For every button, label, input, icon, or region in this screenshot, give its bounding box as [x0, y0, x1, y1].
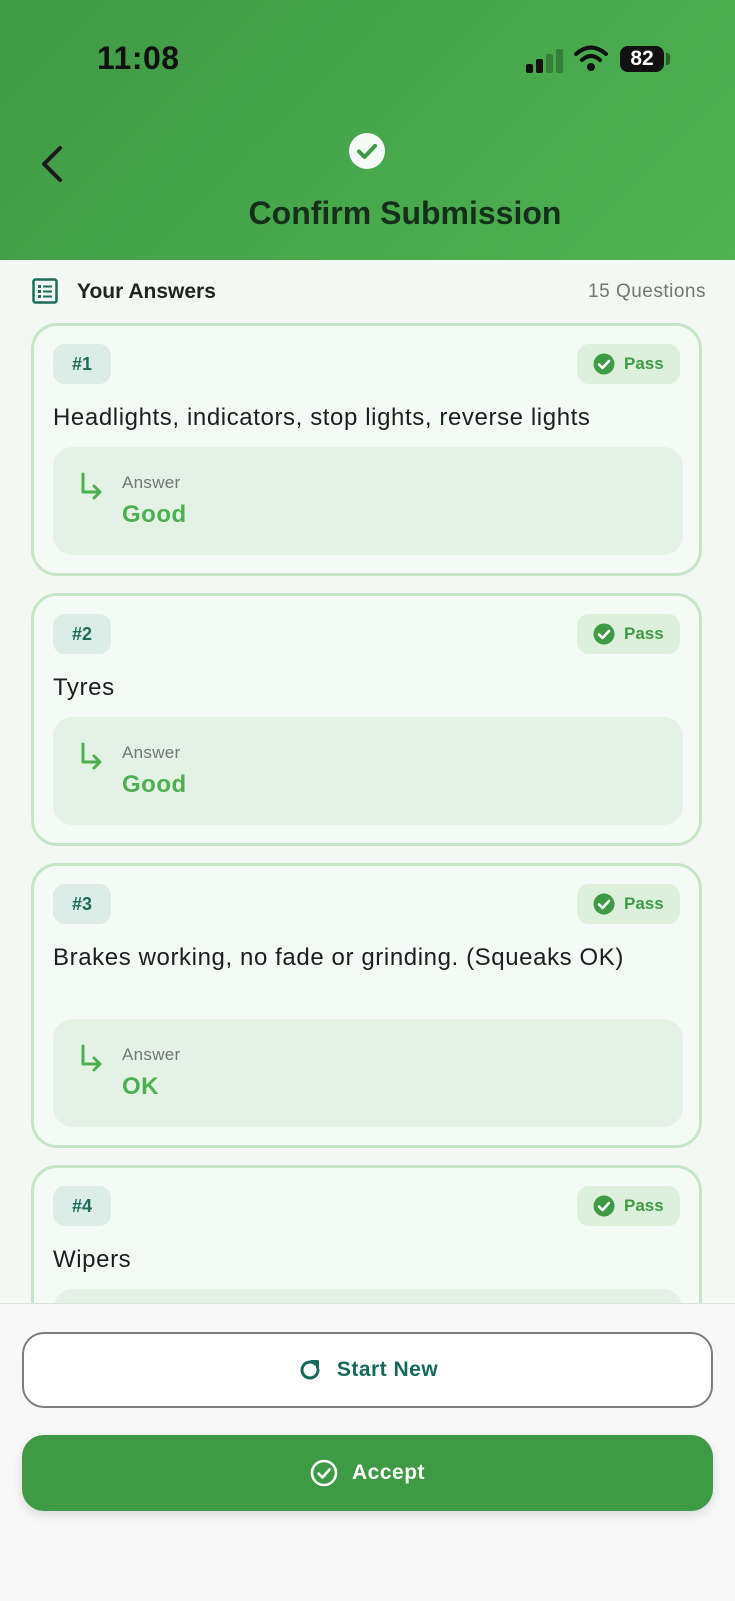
answer-box: Answer Good [53, 447, 683, 555]
answers-section-header: Your Answers 15 Questions [32, 276, 706, 308]
status-label: Pass [624, 624, 664, 643]
answer-label: Answer [122, 473, 181, 492]
refresh-icon [300, 1360, 320, 1380]
question-text: Brakes working, no fade or grinding. (Sq… [53, 944, 625, 971]
answer-box: Answer OK [53, 1019, 683, 1127]
status-label: Pass [624, 354, 664, 373]
subdirectory-arrow-icon [81, 1044, 102, 1072]
subdirectory-arrow-icon [81, 742, 102, 770]
pass-check-icon [593, 353, 615, 375]
accept-button[interactable]: Accept [22, 1435, 713, 1511]
pass-check-icon [593, 623, 615, 645]
status-label: Pass [624, 1196, 664, 1215]
question-text: Wipers [53, 1246, 132, 1273]
cellular-signal-icon [526, 49, 564, 73]
answer-value: Good [122, 501, 187, 528]
question-number: #4 [53, 1186, 111, 1226]
question-number: #2 [53, 614, 111, 654]
answer-box: Answer Good [53, 717, 683, 825]
header-bar: 11:08 82 Confirm Submission [0, 0, 735, 260]
question-text: Headlights, indicators, stop lights, rev… [53, 404, 591, 431]
pass-check-icon [593, 893, 615, 915]
question-card[interactable]: #3 Pass Brakes working, no fade or grind… [31, 863, 702, 1148]
question-card[interactable]: #2 Pass Tyres Answer Good [31, 593, 702, 846]
list-icon [32, 278, 58, 304]
status-badge: Pass [577, 1186, 680, 1226]
section-title: Your Answers [77, 280, 216, 303]
status-label: Pass [624, 894, 664, 913]
accept-label: Accept [351, 1461, 426, 1484]
question-count: 15 Questions [588, 281, 706, 302]
start-new-label: Start New [336, 1358, 439, 1381]
pass-check-icon [593, 1195, 615, 1217]
question-number: #3 [53, 884, 111, 924]
back-arrow-icon[interactable] [32, 140, 72, 188]
battery-cap [666, 53, 670, 65]
check-circle-icon [349, 133, 385, 169]
wifi-icon [574, 45, 608, 71]
status-badge: Pass [577, 344, 680, 384]
answer-label: Answer [122, 1045, 181, 1064]
battery-indicator: 82 [620, 46, 664, 72]
question-card[interactable]: #1 Pass Headlights, indicators, stop lig… [31, 323, 702, 576]
start-new-button[interactable]: Start New [22, 1332, 713, 1408]
status-time: 11:08 [97, 40, 180, 76]
subdirectory-arrow-icon [81, 472, 102, 500]
answer-label: Answer [122, 743, 181, 762]
question-text: Tyres [53, 674, 115, 701]
status-badge: Pass [577, 614, 680, 654]
page-title: Confirm Submission [248, 195, 562, 231]
answer-value: OK [122, 1073, 159, 1100]
check-circle-outline-icon [310, 1459, 338, 1487]
status-badge: Pass [577, 884, 680, 924]
bottom-action-bar: Start New Accept [0, 1303, 735, 1601]
answer-value: Good [122, 771, 187, 798]
question-number: #1 [53, 344, 111, 384]
